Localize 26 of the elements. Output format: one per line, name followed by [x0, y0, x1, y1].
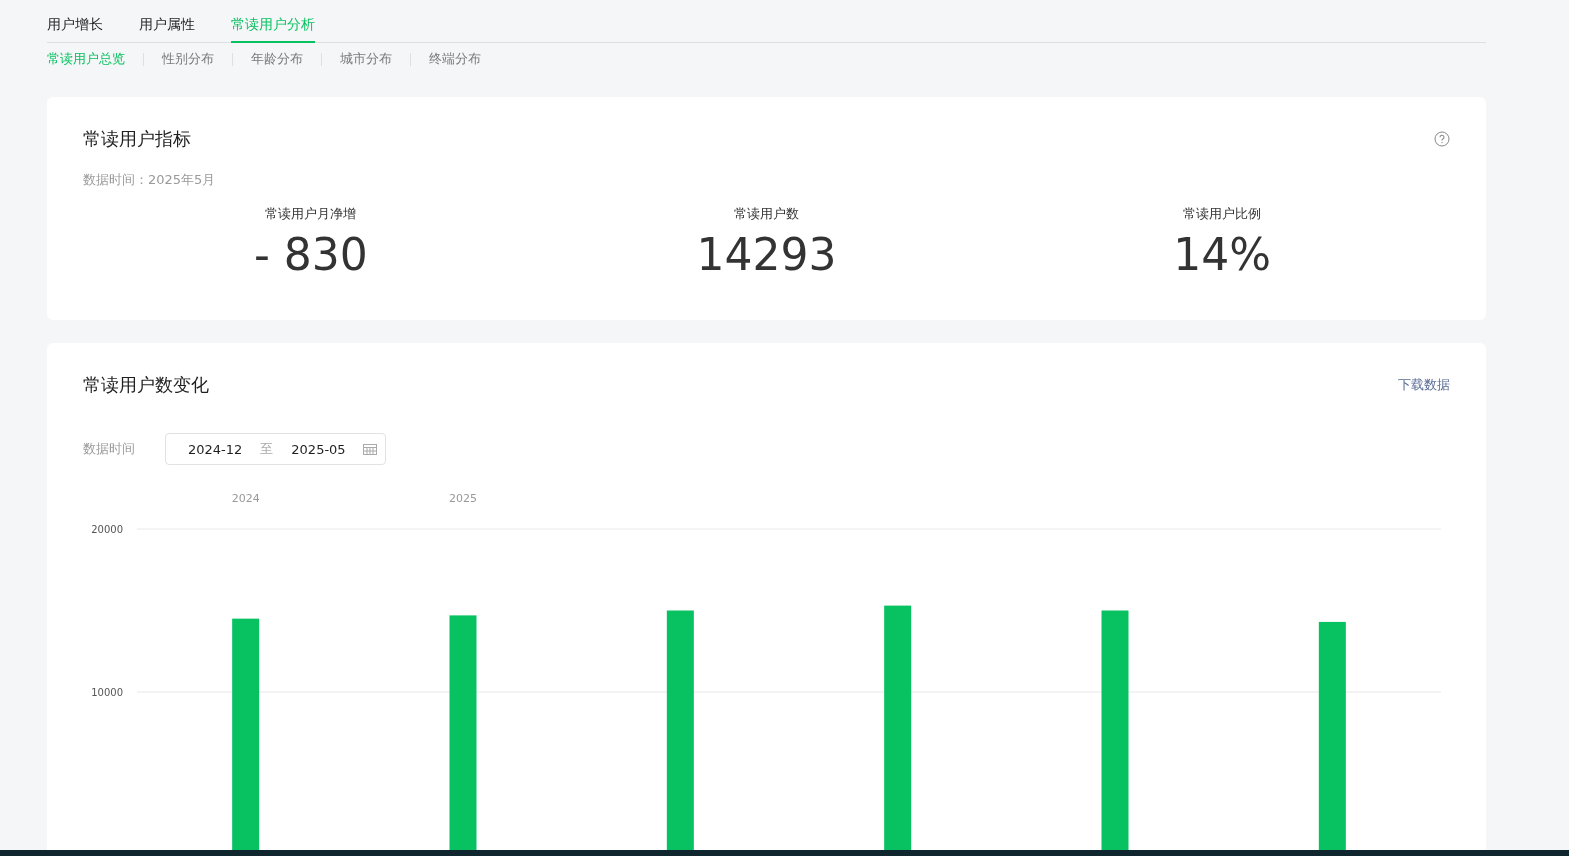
data-time: 数据时间：2025年5月 — [83, 171, 217, 189]
filter-label: 数据时间 — [83, 440, 135, 458]
tab[interactable]: 用户增长 — [47, 16, 103, 43]
sub-tab[interactable]: 常读用户总览 — [47, 50, 125, 68]
sub-tab[interactable]: 性别分布 — [162, 50, 214, 68]
metric-label: 常读用户比例 — [1183, 205, 1262, 223]
sub-tab[interactable]: 终端分布 — [429, 50, 481, 68]
year-label: 2025 — [449, 492, 477, 505]
card-title: 常读用户指标 — [83, 127, 191, 151]
metric-label: 常读用户数 — [734, 205, 799, 223]
tab[interactable]: 常读用户分析 — [231, 16, 315, 43]
tab[interactable]: 用户属性 — [139, 16, 195, 43]
calendar-icon — [363, 443, 377, 455]
card-title: 常读用户数变化 — [83, 373, 209, 397]
year-label: 2024 — [231, 492, 260, 505]
sub-tab[interactable]: 城市分布 — [340, 50, 392, 68]
metric-label: 常读用户月净增 — [265, 205, 357, 223]
axis-tick-label: 10000 — [91, 687, 123, 698]
help-icon[interactable] — [1434, 131, 1450, 147]
metric-value: - 830 — [253, 228, 368, 282]
metric-value: 14% — [1173, 228, 1272, 282]
axis-tick-label: 20000 — [91, 524, 123, 535]
download-link[interactable]: 下载数据 — [1398, 376, 1450, 394]
date-range-picker[interactable]: 2024-12 至 2025-05 — [165, 433, 386, 465]
sub-tab[interactable]: 年龄分布 — [251, 50, 303, 68]
metric-value: 14293 — [696, 228, 837, 282]
